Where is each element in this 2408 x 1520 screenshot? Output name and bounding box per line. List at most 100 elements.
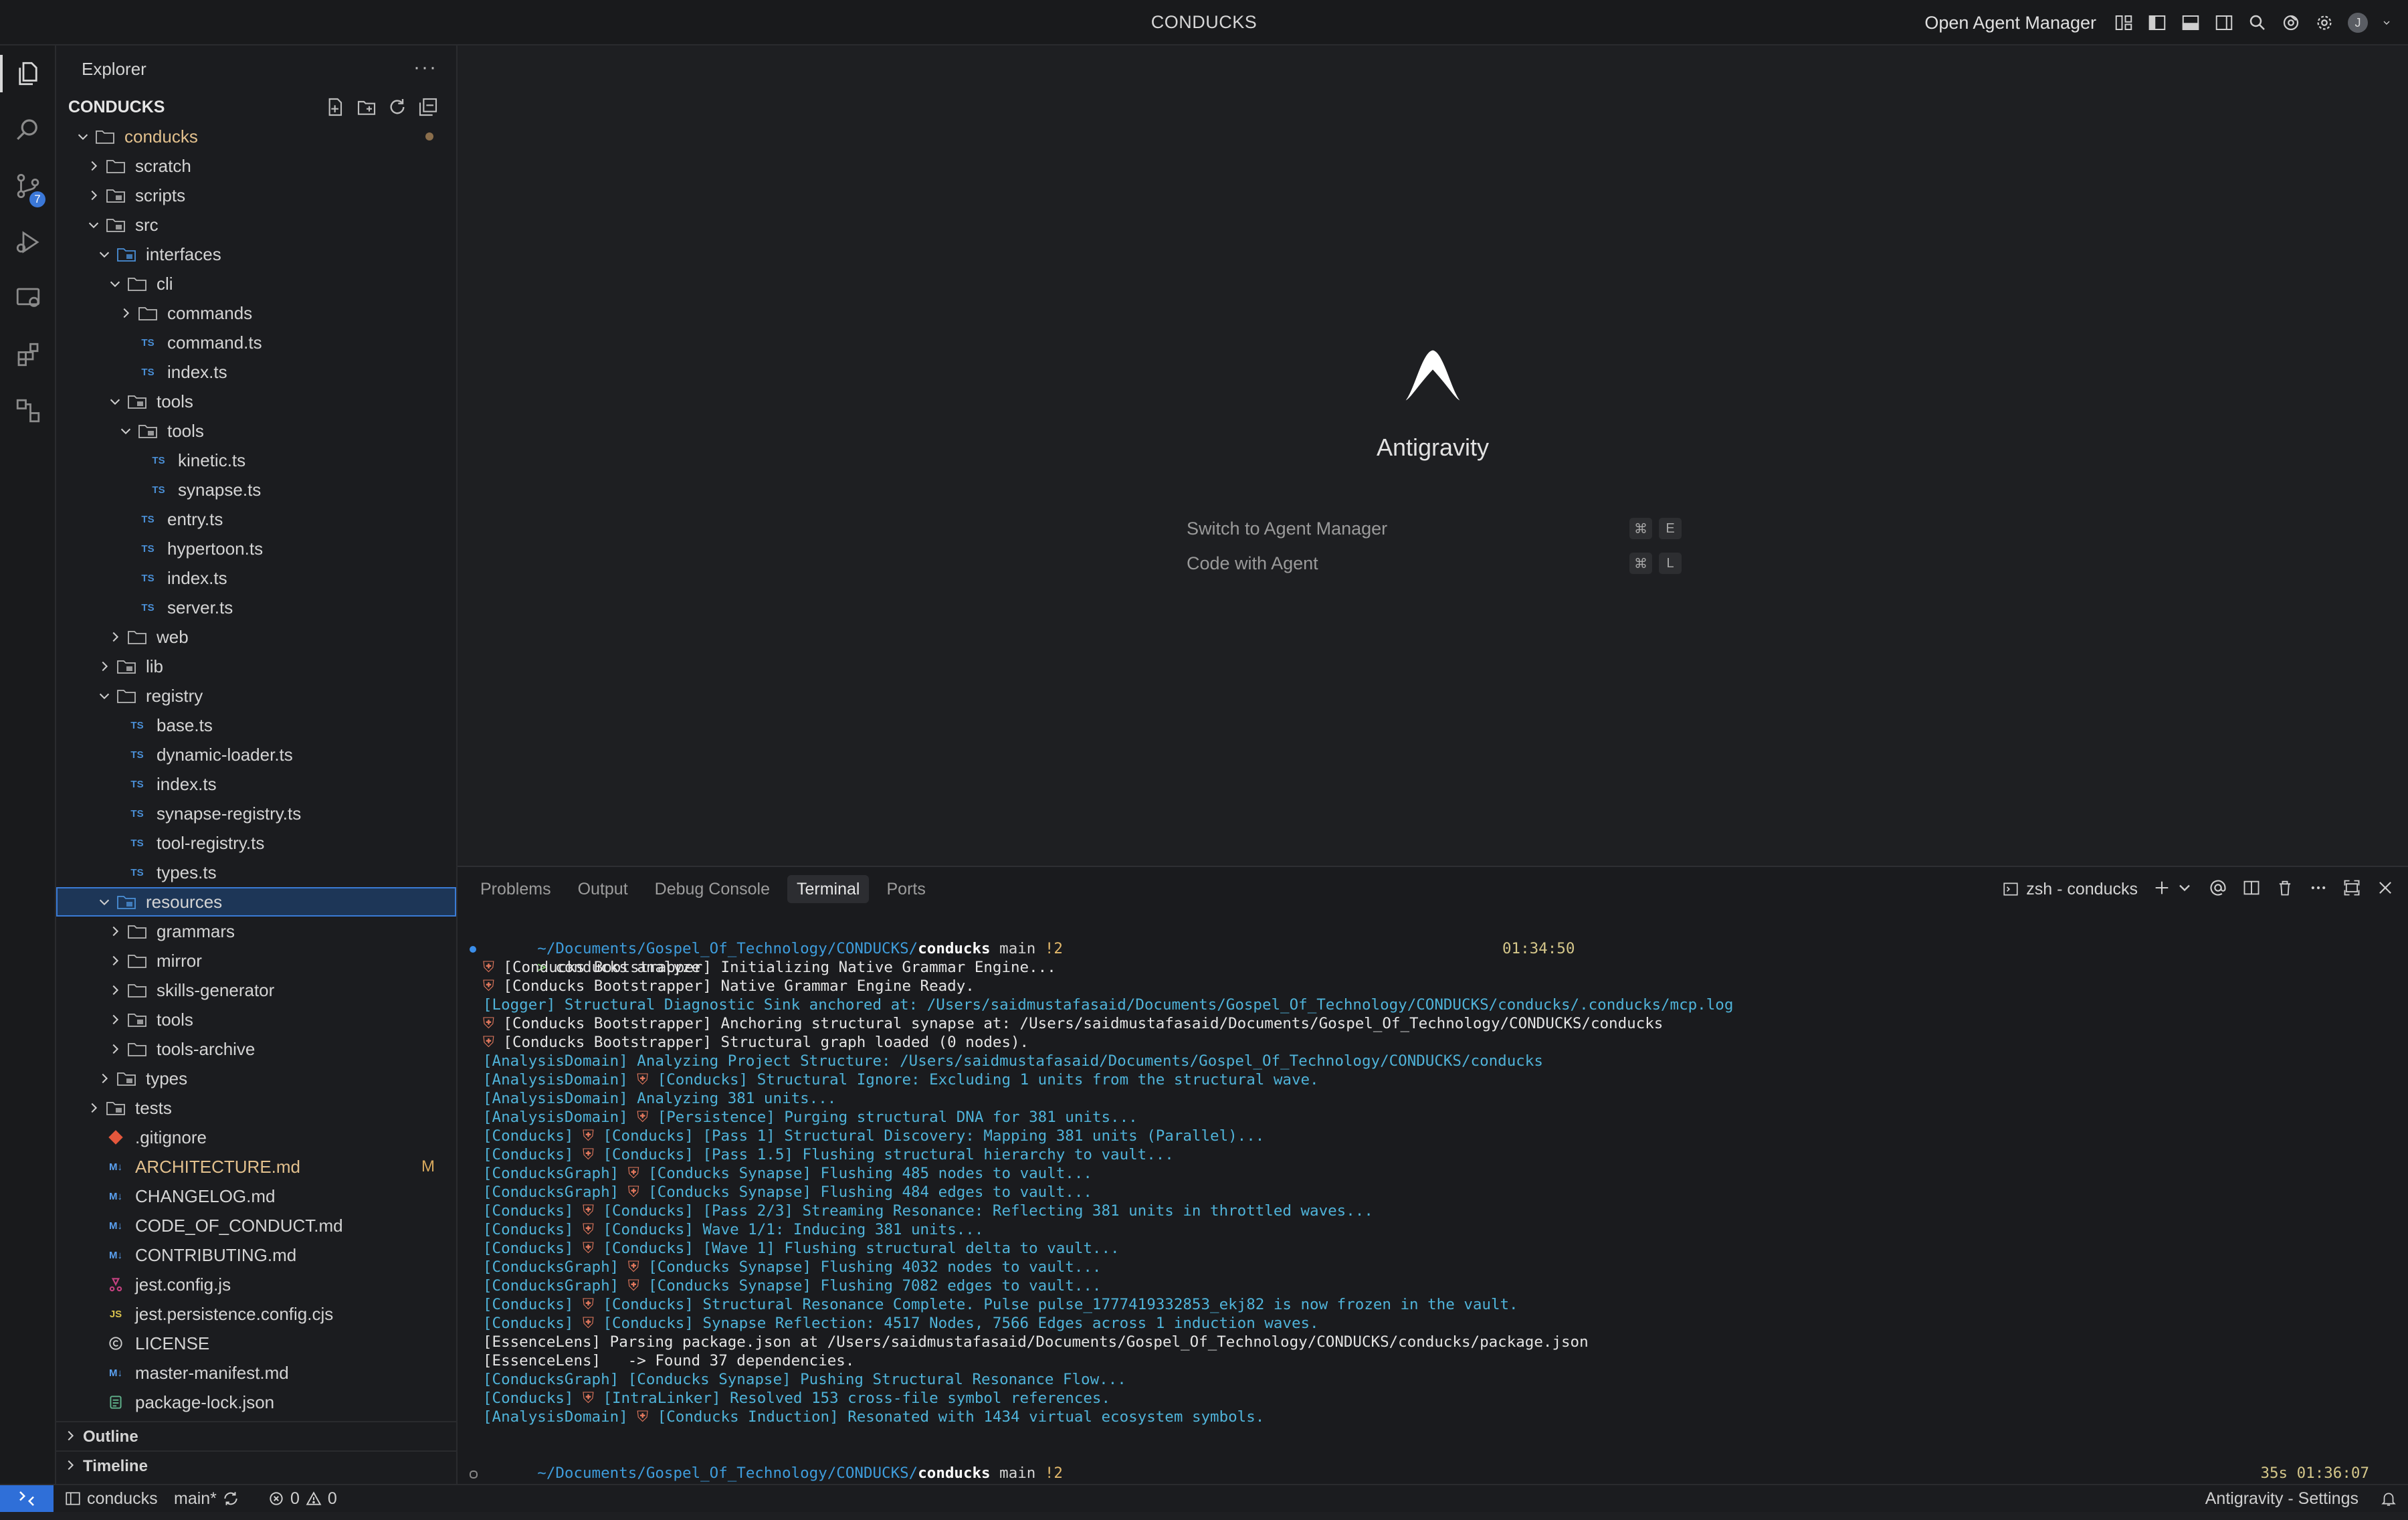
markdown-icon: M↓: [109, 1190, 122, 1202]
tree-file[interactable]: TS synapse-registry.ts: [56, 799, 456, 828]
toggle-panel-icon[interactable]: [2181, 13, 2201, 33]
tree-folder[interactable]: registry: [56, 681, 456, 710]
more-actions-button[interactable]: ···: [413, 56, 437, 79]
tree-file[interactable]: TS dynamic-loader.ts: [56, 740, 456, 769]
terminal-input-line[interactable]: >: [470, 1464, 2369, 1501]
tree-folder[interactable]: tools: [56, 1005, 456, 1034]
chevron-down-icon[interactable]: [2381, 13, 2392, 33]
timeline-section[interactable]: Timeline: [56, 1450, 456, 1481]
more-icon[interactable]: [2309, 878, 2328, 900]
tree-file[interactable]: package-lock.json: [56, 1388, 456, 1417]
status-folder[interactable]: conducks: [64, 1485, 158, 1512]
tree-file[interactable]: jest.config.js: [56, 1270, 456, 1299]
tree-folder[interactable]: conducks: [56, 122, 456, 151]
split-terminal-icon[interactable]: [2242, 878, 2261, 900]
tree-file[interactable]: LICENSE: [56, 1329, 456, 1358]
new-terminal-icon[interactable]: [2152, 878, 2171, 900]
remote-indicator-button[interactable]: [0, 1485, 54, 1512]
tree-file[interactable]: M↓ CHANGELOG.md: [56, 1181, 456, 1211]
tree-folder[interactable]: lib: [56, 652, 456, 681]
tree-file[interactable]: TS command.ts: [56, 328, 456, 357]
tree-file[interactable]: TS server.ts: [56, 593, 456, 622]
status-settings[interactable]: Antigravity - Settings: [2205, 1485, 2359, 1512]
tree-file[interactable]: TS entry.ts: [56, 504, 456, 534]
trash-icon[interactable]: [2276, 878, 2294, 900]
status-branch[interactable]: main*: [174, 1485, 239, 1512]
close-icon[interactable]: [2376, 878, 2395, 900]
tab-output[interactable]: Output: [569, 875, 637, 903]
new-file-icon[interactable]: [325, 96, 346, 121]
outline-section[interactable]: Outline: [56, 1421, 456, 1452]
tree-folder[interactable]: src: [56, 210, 456, 240]
tree-file[interactable]: M↓ CODE_OF_CONDUCT.md: [56, 1211, 456, 1240]
folder-special-icon: [106, 215, 126, 235]
chevron-down-icon[interactable]: [2175, 878, 2194, 900]
tree-file[interactable]: TS index.ts: [56, 769, 456, 799]
tree-folder[interactable]: scripts: [56, 181, 456, 210]
tree-folder[interactable]: grammars: [56, 917, 456, 946]
tree-folder[interactable]: tools: [56, 416, 456, 446]
tree-file[interactable]: TS base.ts: [56, 710, 456, 740]
tree-file[interactable]: TS index.ts: [56, 563, 456, 593]
tree-file[interactable]: TS types.ts: [56, 858, 456, 887]
tree-folder[interactable]: commands: [56, 298, 456, 328]
tree-folder[interactable]: tests: [56, 1093, 456, 1123]
terminal-selector[interactable]: zsh - conducks: [2002, 880, 2138, 899]
extensions-icon[interactable]: [0, 326, 56, 383]
terminal-output[interactable]: ~/Documents/Gospel_Of_Technology/CONDUCK…: [470, 921, 2369, 1501]
tree-folder[interactable]: interfaces: [56, 240, 456, 269]
tab-problems[interactable]: Problems: [471, 875, 561, 903]
explorer-icon[interactable]: [0, 45, 56, 102]
folder-special-icon: [138, 421, 158, 441]
tree-file[interactable]: TS synapse.ts: [56, 475, 456, 504]
search-view-icon[interactable]: [0, 102, 56, 158]
notifications-bell-icon[interactable]: [2380, 1485, 2397, 1512]
workspace-root-row[interactable]: CONDUCKS: [56, 92, 456, 122]
mention-icon[interactable]: [2209, 878, 2227, 900]
chevron-right-icon: [63, 1458, 78, 1476]
tree-file[interactable]: TS kinetic.ts: [56, 446, 456, 475]
tree-file[interactable]: .gitignore: [56, 1123, 456, 1152]
maximize-panel-icon[interactable]: [2342, 878, 2361, 900]
graph-icon[interactable]: [0, 383, 56, 439]
tree-folder[interactable]: scratch: [56, 151, 456, 181]
new-folder-icon[interactable]: [356, 96, 377, 121]
open-agent-manager-button[interactable]: Open Agent Manager: [1924, 13, 2096, 33]
tree-file[interactable]: M↓ CONTRIBUTING.md: [56, 1240, 456, 1270]
search-icon[interactable]: [2247, 13, 2268, 33]
remote-explorer-icon[interactable]: [0, 270, 56, 326]
tree-folder[interactable]: mirror: [56, 946, 456, 975]
tree-folder[interactable]: tools-archive: [56, 1034, 456, 1064]
tree-folder[interactable]: tools: [56, 387, 456, 416]
toggle-secondary-sidebar-icon[interactable]: [2214, 13, 2234, 33]
collapse-all-icon[interactable]: [417, 96, 439, 121]
tree-folder[interactable]: types: [56, 1064, 456, 1093]
tree-folder[interactable]: skills-generator: [56, 975, 456, 1005]
tab-ports[interactable]: Ports: [877, 875, 934, 903]
source-control-icon[interactable]: 7: [0, 158, 56, 214]
tree-file[interactable]: M↓ ARCHITECTURE.md M: [56, 1152, 456, 1181]
run-debug-icon[interactable]: [0, 214, 56, 270]
tree-folder[interactable]: resources: [56, 887, 456, 917]
folder-icon: [138, 303, 158, 323]
tree-folder[interactable]: web: [56, 622, 456, 652]
tree-file[interactable]: TS index.ts: [56, 357, 456, 387]
code-with-agent-shortcut[interactable]: Code with Agent ⌘ L: [1187, 550, 1682, 577]
tree-file[interactable]: TS tool-registry.ts: [56, 828, 456, 858]
tab-debug-console[interactable]: Debug Console: [645, 875, 779, 903]
switch-agent-manager-shortcut[interactable]: Switch to Agent Manager ⌘ E: [1187, 515, 1682, 542]
status-problems[interactable]: 0 0: [268, 1485, 337, 1512]
gear-icon[interactable]: [2314, 13, 2334, 33]
refresh-icon[interactable]: [387, 96, 408, 121]
tree-folder[interactable]: cli: [56, 269, 456, 298]
tree-file[interactable]: TS hypertoon.ts: [56, 534, 456, 563]
tree-file[interactable]: JS jest.persistence.config.cjs: [56, 1299, 456, 1329]
tree-file[interactable]: M↓ master-manifest.md: [56, 1358, 456, 1388]
browser-icon[interactable]: [2281, 13, 2301, 33]
account-avatar[interactable]: J: [2348, 13, 2368, 33]
tab-terminal[interactable]: Terminal: [787, 875, 870, 903]
toggle-primary-sidebar-icon[interactable]: [2147, 13, 2167, 33]
log-text: [Conducks Bootstrapper] Structural graph…: [503, 1034, 1029, 1051]
customize-layout-icon[interactable]: [2114, 13, 2134, 33]
